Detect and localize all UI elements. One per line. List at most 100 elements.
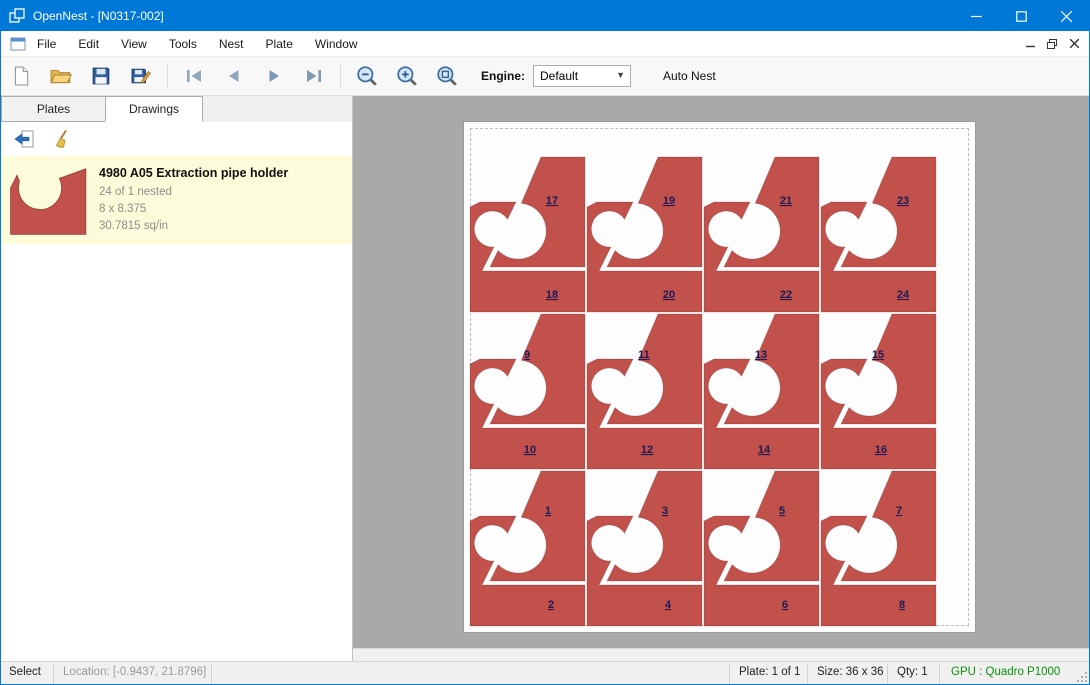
zoom-fit-icon <box>436 65 458 87</box>
status-mode: Select <box>9 666 41 678</box>
last-plate-icon <box>303 67 325 85</box>
nested-part-pair[interactable] <box>704 471 819 626</box>
resize-grip[interactable] <box>1076 671 1088 683</box>
drawing-area: 30.7815 sq/in <box>99 218 288 235</box>
part-number-label: 2 <box>548 599 554 611</box>
engine-label: Engine: <box>481 69 525 83</box>
broom-icon <box>52 129 72 149</box>
first-plate-button[interactable] <box>177 61 211 91</box>
part-number-label: 7 <box>896 505 902 517</box>
main-area: Plates Drawings <box>1 96 1089 662</box>
part-number-label: 5 <box>779 505 785 517</box>
close-button[interactable] <box>1044 1 1089 31</box>
new-file-button[interactable] <box>4 61 38 91</box>
previous-plate-button[interactable] <box>217 61 251 91</box>
zoom-out-icon <box>356 65 378 87</box>
status-separator <box>807 664 808 683</box>
nested-part-pair[interactable] <box>587 157 702 312</box>
zoom-fit-button[interactable] <box>430 61 464 91</box>
clear-broom-button[interactable] <box>47 126 77 152</box>
tab-drawings[interactable]: Drawings <box>105 96 203 122</box>
nested-part-pair[interactable] <box>470 157 585 312</box>
save-as-button[interactable] <box>124 61 158 91</box>
zoom-out-button[interactable] <box>350 61 384 91</box>
menu-window[interactable]: Window <box>304 33 369 55</box>
minimize-icon <box>971 11 982 22</box>
nested-part-pair[interactable] <box>821 157 936 312</box>
auto-nest-button[interactable]: Auto Nest <box>657 65 722 87</box>
save-icon <box>91 66 111 86</box>
status-plate: Plate: 1 of 1 <box>739 666 800 678</box>
menu-plate[interactable]: Plate <box>255 33 304 55</box>
maximize-icon <box>1016 11 1027 22</box>
open-folder-icon <box>50 66 72 86</box>
app-window: OpenNest - [N0317-002] File Edit View To… <box>0 0 1090 685</box>
part-number-label: 17 <box>546 195 558 207</box>
toolbar-separator <box>340 64 341 88</box>
save-as-icon <box>131 66 151 86</box>
previous-plate-icon <box>223 67 245 85</box>
mdi-close-icon <box>1070 39 1079 48</box>
menu-nest[interactable]: Nest <box>208 33 255 55</box>
maximize-button[interactable] <box>999 1 1044 31</box>
status-size: Size: 36 x 36 <box>817 666 883 678</box>
status-bar: Select Location: [-0.9437, 21.8796] Plat… <box>1 661 1089 684</box>
zoom-in-button[interactable] <box>390 61 424 91</box>
status-gpu: GPU : Quadro P1000 <box>951 666 1060 678</box>
status-qty: Qty: 1 <box>897 666 928 678</box>
status-separator <box>53 664 54 683</box>
sidebar-tabstrip: Plates Drawings <box>1 96 352 122</box>
drawings-toolbar <box>1 122 352 156</box>
engine-select[interactable]: Default ▼ <box>533 65 631 87</box>
nest-canvas[interactable]: 171819202122232491011121314151612345678 <box>353 96 1089 662</box>
nested-part-pair[interactable] <box>704 157 819 312</box>
part-number-label: 23 <box>897 195 909 207</box>
sidebar: Plates Drawings <box>1 96 353 662</box>
close-icon <box>1061 11 1072 22</box>
save-button[interactable] <box>84 61 118 91</box>
app-icon <box>9 8 25 24</box>
tab-plates[interactable]: Plates <box>1 96 105 122</box>
send-back-arrow-icon <box>13 129 35 149</box>
new-file-icon <box>11 66 31 86</box>
next-plate-icon <box>263 67 285 85</box>
window-title: OpenNest - [N0317-002] <box>33 9 954 23</box>
open-folder-button[interactable] <box>44 61 78 91</box>
part-number-label: 12 <box>641 444 653 456</box>
part-number-label: 13 <box>755 349 767 361</box>
status-separator <box>939 664 940 683</box>
menu-file[interactable]: File <box>26 33 67 55</box>
mdi-minimize-icon <box>1026 39 1035 48</box>
mdi-minimize-button[interactable] <box>1019 34 1041 54</box>
document-window-icon <box>10 37 26 51</box>
part-number-label: 22 <box>780 289 792 301</box>
part-number-label: 15 <box>872 349 884 361</box>
next-plate-button[interactable] <box>257 61 291 91</box>
part-number-label: 3 <box>662 505 668 517</box>
mdi-close-button[interactable] <box>1063 34 1085 54</box>
drawing-list-item[interactable]: 4980 A05 Extraction pipe holder 24 of 1 … <box>1 156 352 244</box>
status-separator <box>211 664 212 683</box>
drawings-panel: 4980 A05 Extraction pipe holder 24 of 1 … <box>1 122 352 662</box>
nested-part-pair[interactable] <box>470 471 585 626</box>
menu-edit[interactable]: Edit <box>67 33 110 55</box>
drawing-size: 8 x 8.375 <box>99 201 288 218</box>
engine-selected-value: Default <box>540 69 578 83</box>
menu-view[interactable]: View <box>110 33 158 55</box>
last-plate-button[interactable] <box>297 61 331 91</box>
nested-part-pair[interactable] <box>587 471 702 626</box>
status-separator <box>887 664 888 683</box>
nested-parts: 171819202122232491011121314151612345678 <box>464 122 977 634</box>
part-number-label: 11 <box>638 349 650 361</box>
mdi-restore-icon <box>1047 39 1057 49</box>
mdi-restore-button[interactable] <box>1041 34 1063 54</box>
part-number-label: 6 <box>782 599 788 611</box>
nested-part-pair[interactable] <box>821 471 936 626</box>
part-number-label: 18 <box>546 289 558 301</box>
minimize-button[interactable] <box>954 1 999 31</box>
plate[interactable]: 171819202122232491011121314151612345678 <box>463 121 976 633</box>
drawing-title: 4980 A05 Extraction pipe holder <box>99 166 288 180</box>
horizontal-scrollbar[interactable] <box>353 648 1089 662</box>
send-to-plate-button[interactable] <box>9 126 39 152</box>
menu-tools[interactable]: Tools <box>158 33 208 55</box>
